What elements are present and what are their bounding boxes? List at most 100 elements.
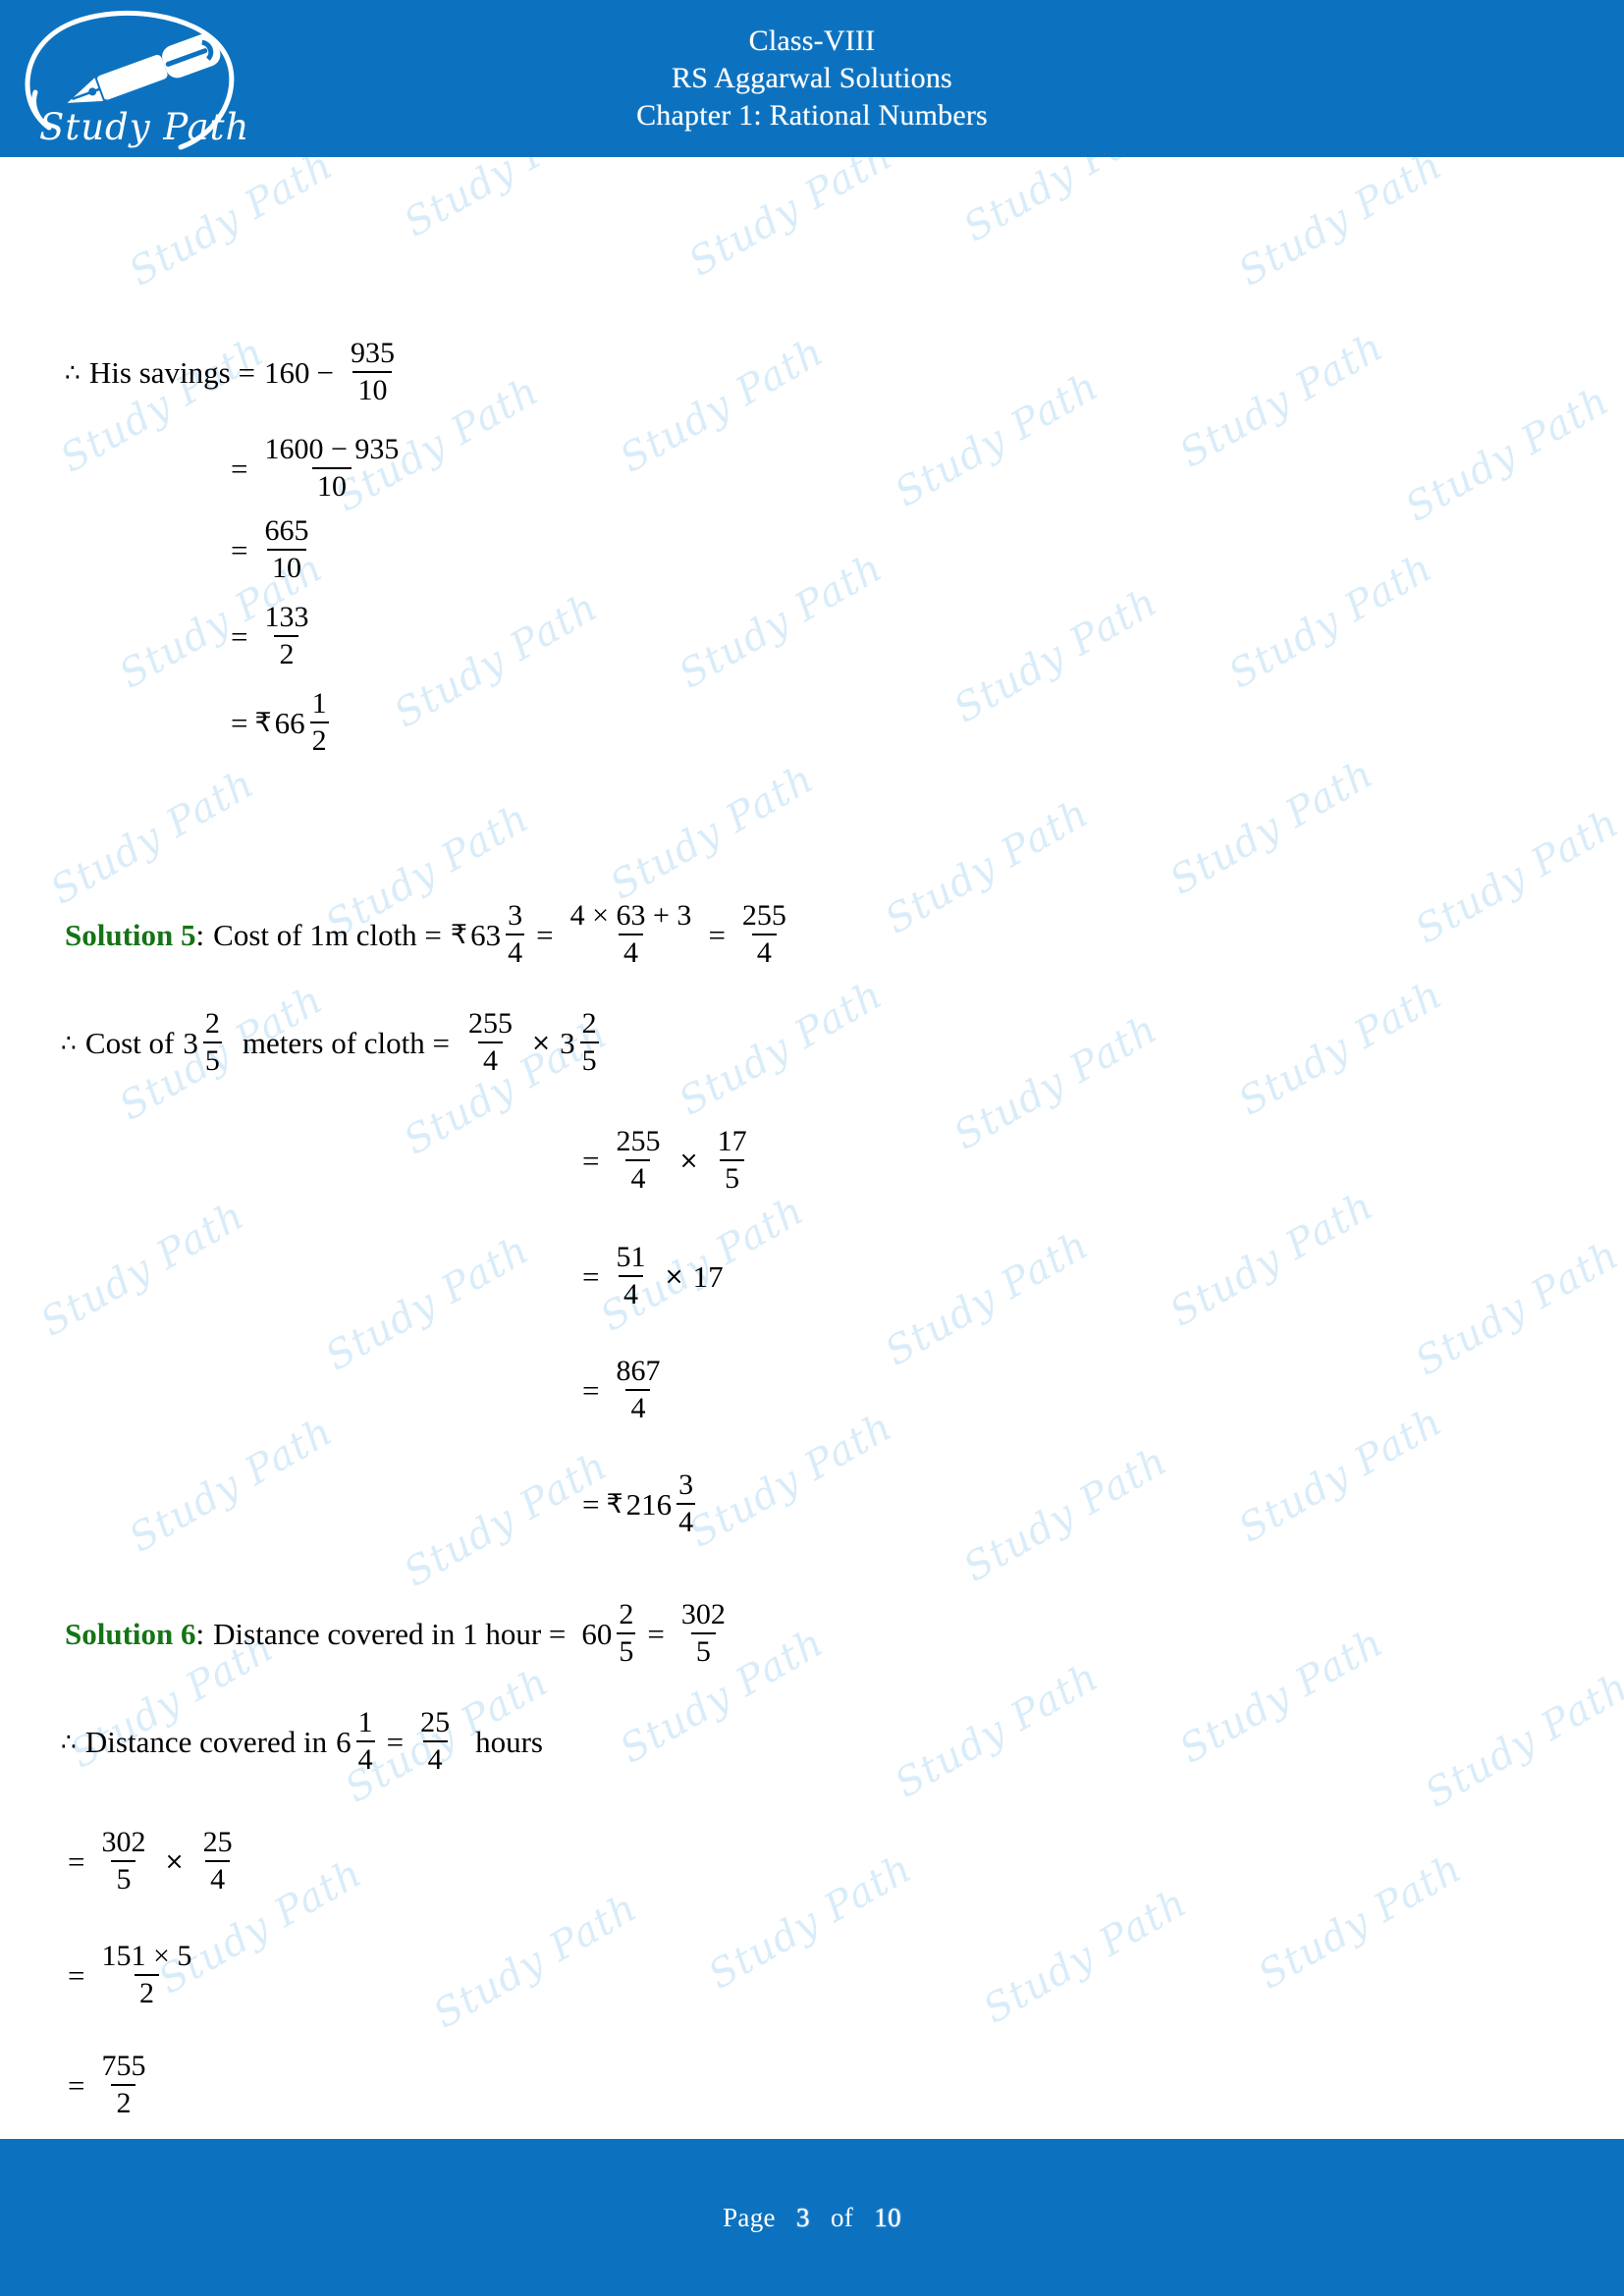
fraction: 302 5 bbox=[677, 1600, 731, 1667]
fraction: 2 5 bbox=[579, 1009, 599, 1076]
equals-sign: = bbox=[68, 1843, 85, 1879]
study-path-logo: Study Path bbox=[14, 2, 249, 155]
fraction-denominator: 2 bbox=[309, 721, 329, 756]
minus-sign: − bbox=[316, 354, 334, 390]
fraction: 1 2 bbox=[309, 687, 329, 756]
fraction-denominator: 2 bbox=[134, 1974, 159, 2008]
mixed-whole: 216 bbox=[625, 1486, 673, 1522]
fraction: 25 4 bbox=[415, 1708, 455, 1775]
fraction-numerator: 935 bbox=[350, 337, 395, 369]
mixed-whole: 6 bbox=[336, 1724, 352, 1759]
rupee-symbol: ₹ bbox=[450, 919, 468, 950]
equals-sign: = bbox=[582, 1143, 600, 1178]
fraction-denominator: 2 bbox=[274, 635, 299, 669]
equals-sign: = bbox=[582, 1372, 600, 1408]
fraction: 1600 − 935 10 bbox=[259, 435, 404, 502]
solution-label: Solution 6 bbox=[65, 1616, 196, 1651]
mixed-whole: 3 bbox=[183, 1025, 198, 1060]
fraction: 255 4 bbox=[737, 901, 791, 968]
header-book-line: RS Aggarwal Solutions bbox=[672, 62, 952, 95]
equation-line: = 133 2 bbox=[224, 603, 318, 669]
fraction-numerator: 4 × 63 + 3 bbox=[569, 899, 692, 932]
equals-sign: = bbox=[231, 618, 248, 654]
equation-line: = ₹ 66 1 2 bbox=[224, 689, 334, 756]
mixed-number: 66 1 2 bbox=[275, 689, 334, 756]
equals-sign: = bbox=[68, 2067, 85, 2103]
fraction-denominator: 10 bbox=[311, 467, 352, 502]
fraction-numerator: 3 bbox=[508, 899, 523, 932]
header-title-block: Class-VIII RS Aggarwal Solutions Chapter… bbox=[636, 23, 988, 133]
equation-text: Distance covered in bbox=[84, 1724, 328, 1759]
fraction-denominator: 4 bbox=[625, 1159, 651, 1194]
fraction-numerator: 1 bbox=[311, 687, 327, 720]
footer-middle: of bbox=[830, 2202, 854, 2232]
solution-6-line-4: = 151 × 5 2 bbox=[61, 1942, 201, 2008]
fraction-denominator: 5 bbox=[690, 1632, 716, 1667]
fraction-numerator: 665 bbox=[264, 514, 309, 547]
fraction-denominator: 4 bbox=[625, 1389, 651, 1423]
fraction-denominator: 4 bbox=[355, 1740, 375, 1775]
fraction-numerator: 17 bbox=[717, 1125, 747, 1157]
fraction-numerator: 867 bbox=[616, 1355, 661, 1387]
fraction: 665 10 bbox=[259, 516, 313, 583]
fraction-numerator: 133 bbox=[264, 601, 309, 633]
solution-5-line-2: ∴ Cost of 3 2 5 meters of cloth = 255 4 … bbox=[61, 1009, 604, 1076]
therefore-symbol: ∴ bbox=[61, 1028, 77, 1057]
equation-line: ∴ His savings = 160 − 935 10 bbox=[65, 339, 405, 405]
fraction-numerator: 25 bbox=[420, 1706, 451, 1738]
page-number-indicator: Page 3 of 10 bbox=[723, 2203, 901, 2233]
mixed-number: 216 3 4 bbox=[626, 1470, 701, 1537]
fraction-numerator: 1600 − 935 bbox=[264, 433, 400, 465]
fraction: 2 5 bbox=[202, 1007, 222, 1076]
solution-5-line-5: = 867 4 bbox=[575, 1357, 670, 1423]
equation-number: 17 bbox=[692, 1258, 724, 1294]
fraction-numerator: 255 bbox=[741, 899, 786, 932]
equation-number: 160 bbox=[263, 354, 310, 390]
solution-6-line-2: ∴ Distance covered in 6 1 4 = 25 4 hours bbox=[61, 1708, 543, 1775]
fraction-denominator: 5 bbox=[202, 1041, 222, 1076]
equals-sign: = bbox=[231, 532, 248, 567]
document-page: Study Path Class-VIII RS Aggarwal Soluti… bbox=[0, 0, 1624, 2296]
mixed-whole: 66 bbox=[274, 705, 305, 740]
fraction-denominator: 10 bbox=[352, 371, 393, 405]
fraction: 2 5 bbox=[617, 1598, 636, 1667]
multiply-sign: × bbox=[664, 1262, 684, 1290]
solution-5-line-4: = 51 4 × 17 bbox=[575, 1243, 724, 1309]
fraction-numerator: 2 bbox=[619, 1598, 634, 1630]
mixed-number: 63 3 4 bbox=[470, 901, 529, 968]
equation-line: = 665 10 bbox=[224, 516, 318, 583]
fraction: 255 4 bbox=[611, 1127, 665, 1194]
fraction: 755 2 bbox=[96, 2052, 150, 2118]
fraction: 1 4 bbox=[355, 1708, 375, 1775]
fraction-denominator: 5 bbox=[111, 1860, 136, 1895]
mixed-whole: 60 bbox=[581, 1616, 613, 1651]
equation-line: = 1600 − 935 10 bbox=[224, 435, 408, 502]
fraction-numerator: 302 bbox=[680, 1598, 726, 1630]
fraction-numerator: 302 bbox=[101, 1826, 146, 1858]
footer-prefix: Page bbox=[723, 2202, 776, 2232]
fraction-numerator: 25 bbox=[202, 1826, 233, 1858]
page-header: Study Path Class-VIII RS Aggarwal Soluti… bbox=[0, 0, 1624, 157]
equals-sign: = bbox=[582, 1258, 600, 1294]
equals-sign: = bbox=[386, 1724, 405, 1759]
fraction: 4 × 63 + 3 4 bbox=[566, 901, 697, 968]
solution-5-line-3: = 255 4 × 17 5 bbox=[575, 1127, 757, 1194]
equals-sign: = bbox=[647, 1616, 665, 1651]
equation-text: Cost of bbox=[84, 1025, 175, 1060]
equals-sign: = bbox=[536, 917, 554, 952]
header-class-line: Class-VIII bbox=[748, 25, 876, 58]
equals-sign: = bbox=[231, 451, 248, 486]
mixed-whole: 3 bbox=[560, 1025, 575, 1060]
fraction: 51 4 bbox=[611, 1243, 650, 1309]
multiply-sign: × bbox=[678, 1147, 699, 1174]
fraction: 255 4 bbox=[463, 1009, 517, 1076]
solution-colon: : bbox=[195, 1616, 205, 1651]
equation-text: Distance covered in 1 hour = bbox=[213, 1616, 567, 1651]
footer-current-page: 3 bbox=[795, 2202, 810, 2232]
fraction: 3 4 bbox=[506, 899, 525, 968]
fraction: 3 4 bbox=[677, 1468, 696, 1537]
fraction-numerator: 2 bbox=[204, 1007, 220, 1040]
fraction: 935 10 bbox=[346, 339, 400, 405]
fraction: 133 2 bbox=[259, 603, 313, 669]
fraction-numerator: 3 bbox=[678, 1468, 694, 1501]
